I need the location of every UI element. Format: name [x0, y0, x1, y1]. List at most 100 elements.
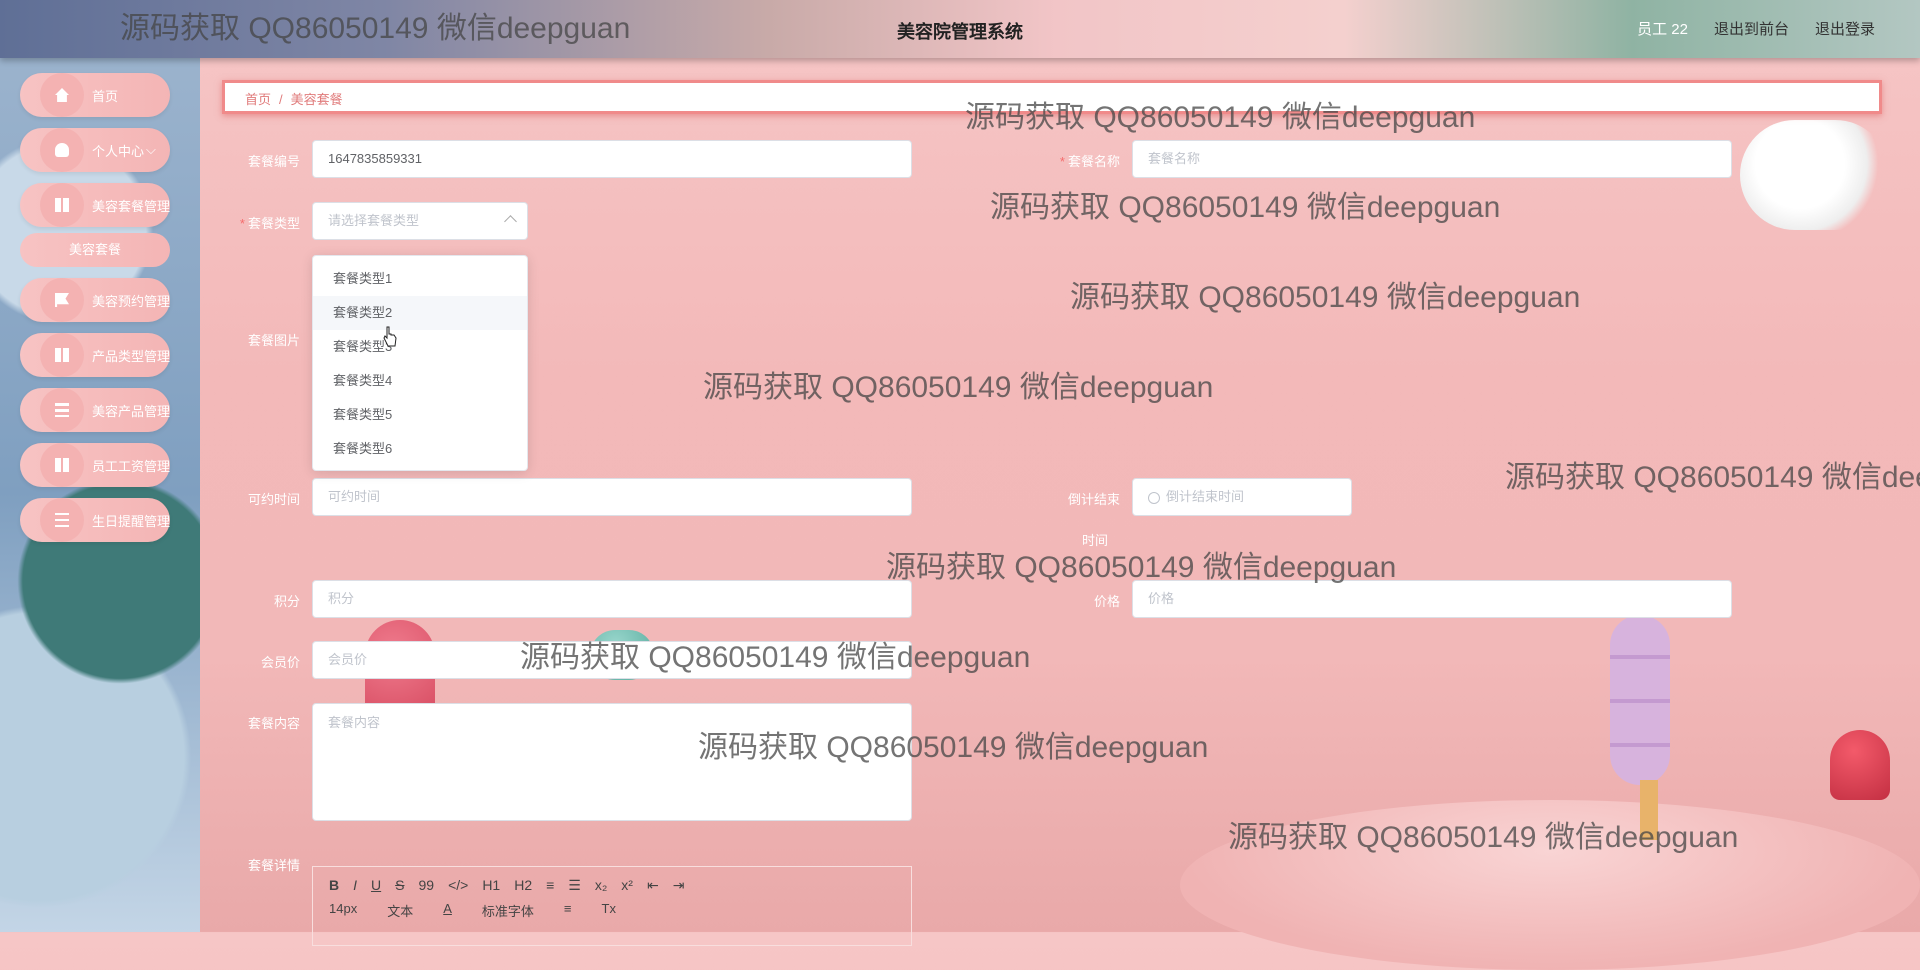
dropdown-option[interactable]: 套餐类型1: [313, 262, 527, 296]
points-label: 积分: [273, 594, 300, 609]
bold-button[interactable]: B: [329, 877, 339, 894]
user-icon: [40, 128, 84, 172]
breadcrumb-home[interactable]: 首页: [245, 92, 271, 107]
sliders-icon: [40, 498, 84, 542]
required-mark: *: [1059, 154, 1065, 169]
bullet-list-button[interactable]: ☰: [568, 877, 581, 894]
logout-link[interactable]: 退出登录: [1815, 18, 1875, 39]
content-label: 套餐内容: [247, 716, 300, 731]
align-button[interactable]: ≡: [564, 901, 572, 920]
time-label: 可约时间: [247, 492, 300, 507]
editor-toolbar-row1: B I U S 99 </> H1 H2 ≡ ☰ x₂ x² ⇤ ⇥: [329, 877, 684, 894]
subscript-button[interactable]: x₂: [595, 877, 607, 894]
italic-button[interactable]: I: [353, 877, 357, 894]
user-name: 员工 22: [1637, 21, 1688, 38]
sidebar-item-home[interactable]: 首页: [20, 73, 170, 117]
chevron-up-icon: [504, 215, 517, 228]
sidebar-item-product[interactable]: 美容产品管理: [20, 388, 170, 432]
indent-button[interactable]: ⇥: [673, 877, 685, 894]
background-popsicle: [1610, 615, 1670, 785]
outdent-button[interactable]: ⇤: [647, 877, 659, 894]
sidebar-item-label: 个人中心: [92, 143, 145, 159]
breadcrumb-separator: /: [279, 92, 283, 107]
sidebar-item-appointment[interactable]: 美容预约管理: [20, 278, 170, 322]
required-mark: *: [239, 216, 245, 231]
name-label-text: 套餐名称: [1067, 154, 1120, 169]
header-actions: 员工 22 退出到前台 退出登录: [1637, 18, 1875, 39]
price-label: 价格: [1093, 594, 1120, 609]
breadcrumb-current: 美容套餐: [290, 92, 343, 107]
list-icon: [40, 388, 84, 432]
dropdown-option[interactable]: 套餐类型6: [313, 432, 527, 466]
sidebar-item-label: 产品类型管理: [92, 348, 170, 364]
price-input[interactable]: 价格: [1132, 580, 1732, 618]
type-select[interactable]: 请选择套餐类型: [312, 202, 528, 240]
sidebar-item-salary[interactable]: 员工工资管理: [20, 443, 170, 487]
quote-button[interactable]: 99: [418, 877, 434, 894]
sidebar-subitem-package[interactable]: 美容套餐: [20, 233, 170, 267]
ordered-list-button[interactable]: ≡: [546, 877, 554, 894]
sidebar-item-label: 生日提醒管理: [92, 513, 170, 529]
sidebar-item-package-manage[interactable]: 美容套餐管理: [20, 183, 170, 227]
sidebar-item-label: 首页: [92, 88, 119, 104]
type-label: * 套餐类型: [220, 213, 300, 232]
background-cloud: [1740, 120, 1890, 230]
flag-icon: [40, 278, 84, 322]
watermark: 源码获取 QQ86050149 微信deepguan: [1505, 461, 1920, 494]
text-style-select[interactable]: 文本: [387, 901, 413, 920]
time-input[interactable]: 可约时间: [312, 478, 912, 516]
rich-text-editor[interactable]: B I U S 99 </> H1 H2 ≡ ☰ x₂ x² ⇤ ⇥ 14px …: [312, 866, 912, 946]
sidebar-item-birthday[interactable]: 生日提醒管理: [20, 498, 170, 542]
sidebar: 首页 个人中心 ⌵ 美容套餐管理 美容套餐 美容预约管理 产品类型管理 美容产品…: [0, 58, 200, 932]
sidebar-item-label: 美容产品管理: [92, 403, 170, 419]
sidebar-item-label: 美容预约管理: [92, 293, 170, 309]
type-dropdown: 套餐类型1 套餐类型2 套餐类型3 套餐类型4 套餐类型5 套餐类型6: [312, 255, 528, 471]
detail-label: 套餐详情: [247, 858, 300, 873]
sidebar-item-product-type[interactable]: 产品类型管理: [20, 333, 170, 377]
dropdown-option[interactable]: 套餐类型4: [313, 364, 527, 398]
watermark: 源码获取 QQ86050149 微信deepguan: [1070, 281, 1581, 314]
h1-button[interactable]: H1: [482, 877, 500, 894]
type-label-text: 套餐类型: [247, 216, 300, 231]
countdown-input[interactable]: 倒计结束时间: [1132, 478, 1352, 516]
clock-icon: [1148, 491, 1160, 504]
member-price-input[interactable]: 会员价: [312, 641, 912, 679]
app-title: 美容院管理系统: [897, 22, 1023, 42]
dropdown-option[interactable]: 套餐类型5: [313, 398, 527, 432]
countdown-placeholder: 倒计结束时间: [1166, 489, 1245, 504]
name-input[interactable]: 套餐名称: [1132, 140, 1732, 178]
font-family-select[interactable]: 标准字体: [482, 901, 534, 920]
grid-icon: [40, 333, 84, 377]
sidebar-item-label: 美容套餐管理: [92, 198, 170, 214]
hand-cursor-icon: [383, 326, 397, 347]
font-size-select[interactable]: 14px: [329, 901, 357, 920]
watermark: 源码获取 QQ86050149 微信deepguan: [703, 371, 1214, 404]
watermark: 源码获取 QQ86050149 微信deepguan: [1228, 821, 1739, 854]
dropdown-option[interactable]: 套餐类型3: [313, 330, 527, 364]
home-icon: [40, 73, 84, 117]
code-button[interactable]: </>: [448, 877, 468, 894]
countdown-label: 倒计结束: [1067, 492, 1120, 507]
image-label: 套餐图片: [247, 333, 300, 348]
points-input[interactable]: 积分: [312, 580, 912, 618]
clear-format-button[interactable]: Tx: [602, 901, 616, 920]
back-to-front-link[interactable]: 退出到前台: [1714, 18, 1789, 39]
code-label: 套餐编号: [247, 154, 300, 169]
member-price-label: 会员价: [260, 655, 300, 670]
grid-icon: [40, 183, 84, 227]
underline-button[interactable]: U: [371, 877, 381, 894]
type-select-placeholder: 请选择套餐类型: [328, 213, 420, 228]
font-color-button[interactable]: A: [443, 901, 452, 920]
background-popsicle: [1830, 730, 1890, 800]
background-plate: [1180, 800, 1920, 970]
breadcrumb: 首页 / 美容套餐: [222, 80, 1882, 114]
grid-icon: [40, 443, 84, 487]
editor-toolbar-row2: 14px 文本 A 标准字体 ≡ Tx: [329, 901, 616, 920]
dropdown-option[interactable]: 套餐类型2: [313, 296, 527, 330]
sidebar-item-personal[interactable]: 个人中心 ⌵: [20, 128, 170, 172]
superscript-button[interactable]: x²: [621, 877, 633, 894]
strike-button[interactable]: S: [395, 877, 404, 894]
code-input[interactable]: 1647835859331: [312, 140, 912, 178]
content-textarea[interactable]: 套餐内容: [312, 703, 912, 821]
h2-button[interactable]: H2: [514, 877, 532, 894]
